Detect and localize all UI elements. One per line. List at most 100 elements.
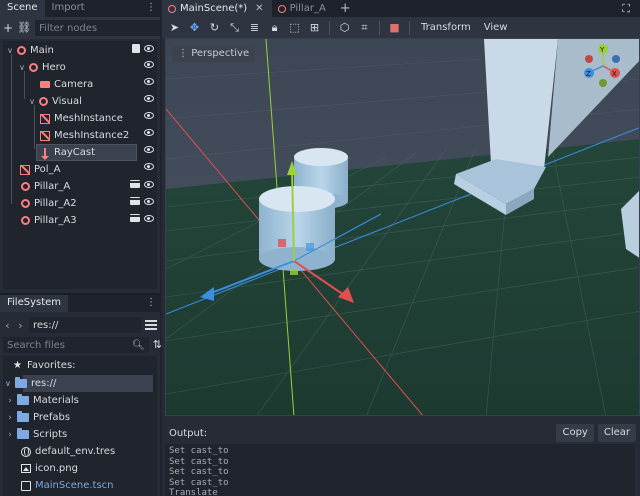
tab-filesystem[interactable]: FileSystem [0, 295, 69, 312]
chevron-right-icon[interactable]: › [3, 396, 17, 406]
3d-viewport[interactable]: Y X Z ⋮ Perspective [165, 38, 640, 416]
eye-icon[interactable] [144, 95, 154, 102]
tab-mainscene[interactable]: MainScene(*) ✕ [162, 0, 272, 17]
chevron-down-icon[interactable]: ∨ [5, 379, 15, 388]
instance-scene-icon[interactable] [130, 197, 140, 205]
spatial-icon [37, 96, 49, 108]
log-line: Set cast_to [169, 477, 229, 488]
tree-item-camera[interactable]: Camera [3, 76, 157, 93]
distraction-free-icon[interactable]: ⛶ [622, 2, 630, 16]
output-log[interactable]: Set cast_to Set cast_to Set cast_to Set … [165, 444, 635, 496]
eye-icon[interactable] [144, 45, 154, 52]
view-menu[interactable]: View [479, 22, 513, 33]
fs-item-mainscene[interactable]: MainScene.tscn [3, 477, 157, 494]
transform-menu[interactable]: Transform [416, 22, 476, 33]
tree-item-pillar-a3[interactable]: Pillar_A3 [3, 212, 157, 229]
tree-item-visual[interactable]: ∨ Visual [3, 93, 157, 110]
ruler-icon[interactable]: ■ [386, 20, 403, 36]
scene-dock-tabs: Scene Import ⋮ [0, 0, 160, 17]
filter-nodes-input[interactable] [39, 22, 165, 34]
group-icon[interactable]: ⬚ [286, 20, 303, 36]
forward-icon[interactable]: › [16, 319, 25, 332]
select-tool-icon[interactable]: ➤ [166, 20, 183, 36]
search-files-input[interactable] [7, 339, 132, 351]
eye-icon[interactable] [144, 214, 154, 222]
favorites-label: Favorites: [27, 360, 76, 371]
output-header: Output: Copy Clear [165, 422, 640, 444]
split-view-icon[interactable] [145, 320, 157, 330]
lock-icon[interactable]: 🔒︎ [266, 20, 283, 36]
tree-item-hero[interactable]: ∨ Hero [3, 59, 157, 76]
back-icon[interactable]: ‹ [3, 319, 12, 332]
tree-item-pol-a[interactable]: Pol_A [3, 161, 157, 178]
link-icon[interactable]: ⛓ [17, 20, 31, 36]
chevron-down-icon[interactable]: ∨ [17, 63, 27, 72]
spatial-icon [27, 62, 39, 74]
sort-icon[interactable]: ⇅ [153, 337, 162, 353]
scene-dock-menu-icon[interactable]: ⋮ [146, 1, 156, 15]
tab-pillar-a[interactable]: Pillar_A [272, 0, 334, 17]
fs-item-materials[interactable]: › Materials [3, 392, 157, 409]
copy-button[interactable]: Copy [556, 424, 594, 442]
tree-item-raycast[interactable]: RayCast [3, 144, 157, 161]
toolbar-separator [379, 20, 380, 35]
tree-item-meshinstance[interactable]: MeshInstance [3, 110, 157, 127]
instance-scene-icon[interactable] [130, 180, 140, 188]
tree-item-meshinstance2[interactable]: MeshInstance2 [3, 127, 157, 144]
bone-icon[interactable]: ⊞ [306, 20, 323, 36]
log-line: Set cast_to [169, 446, 229, 456]
list-select-icon[interactable]: ≣ [246, 20, 263, 36]
chevron-down-icon[interactable]: ∨ [27, 97, 37, 106]
eye-icon[interactable] [144, 61, 154, 68]
add-tab-icon[interactable]: + [334, 1, 357, 17]
perspective-menu-button[interactable]: ⋮ Perspective [172, 46, 256, 62]
scale-tool-icon[interactable]: ⤡ [226, 20, 243, 36]
snap-icon[interactable]: ⌗ [356, 20, 373, 36]
spatial-icon [19, 181, 31, 193]
spatial-icon [168, 4, 176, 13]
eye-icon[interactable] [144, 112, 154, 119]
tab-import[interactable]: Import [45, 0, 92, 17]
tree-item-label: Pillar_A [34, 181, 71, 192]
tree-item-pillar-a2[interactable]: Pillar_A2 [3, 195, 157, 212]
scene-toolbar: + ⛓ 🔍︎ ✎ [0, 17, 195, 39]
left-dock: Scene Import ⋮ + ⛓ 🔍︎ ✎ ∨ Main ∨ Hero [0, 0, 195, 496]
fs-item-scripts[interactable]: › Scripts [3, 426, 157, 443]
toolbar-separator [329, 20, 330, 35]
tree-item-label: MeshInstance [54, 113, 123, 124]
chevron-down-icon[interactable]: ∨ [5, 46, 15, 55]
eye-icon[interactable] [144, 180, 154, 188]
eye-icon[interactable] [144, 197, 154, 205]
clear-button[interactable]: Clear [597, 424, 636, 442]
star-icon: ★ [13, 360, 22, 371]
tab-label: Pillar_A [289, 3, 326, 14]
eye-icon[interactable] [144, 78, 154, 85]
chevron-right-icon[interactable]: › [3, 413, 17, 423]
fs-item-icon-png[interactable]: icon.png [3, 460, 157, 477]
eye-icon[interactable] [144, 163, 154, 170]
filesystem-tree: ★ Favorites: ∨ res:// › Materials › Pref… [3, 356, 157, 496]
tree-item-main[interactable]: ∨ Main [3, 42, 157, 59]
rotate-tool-icon[interactable]: ↻ [206, 20, 223, 36]
filesystem-dock-tabs: FileSystem ⋮ [0, 295, 160, 312]
script-icon[interactable] [132, 44, 140, 53]
path-field[interactable]: res:// [29, 317, 141, 333]
fs-item-prefabs[interactable]: › Prefabs [3, 409, 157, 426]
filesystem-dock-menu-icon[interactable]: ⋮ [146, 296, 156, 310]
fs-item-res-root[interactable]: ∨ res:// [3, 375, 157, 392]
spatial-icon [19, 198, 31, 210]
plus-icon[interactable]: + [3, 20, 13, 36]
move-tool-icon[interactable]: ✥ [186, 20, 203, 36]
fs-item-default-env[interactable]: default_env.tres [3, 443, 157, 460]
raycast-icon [39, 147, 51, 160]
eye-icon[interactable] [144, 146, 154, 153]
eye-icon[interactable] [144, 129, 154, 136]
close-icon[interactable]: ✕ [255, 3, 263, 14]
tab-scene[interactable]: Scene [0, 0, 45, 17]
chevron-right-icon[interactable]: › [3, 430, 17, 440]
folder-icon [17, 411, 29, 422]
local-space-icon[interactable]: ⬡ [336, 20, 353, 36]
instance-scene-icon[interactable] [130, 214, 140, 222]
favorites-row[interactable]: ★ Favorites: [3, 357, 157, 374]
tree-item-pillar-a[interactable]: Pillar_A [3, 178, 157, 195]
